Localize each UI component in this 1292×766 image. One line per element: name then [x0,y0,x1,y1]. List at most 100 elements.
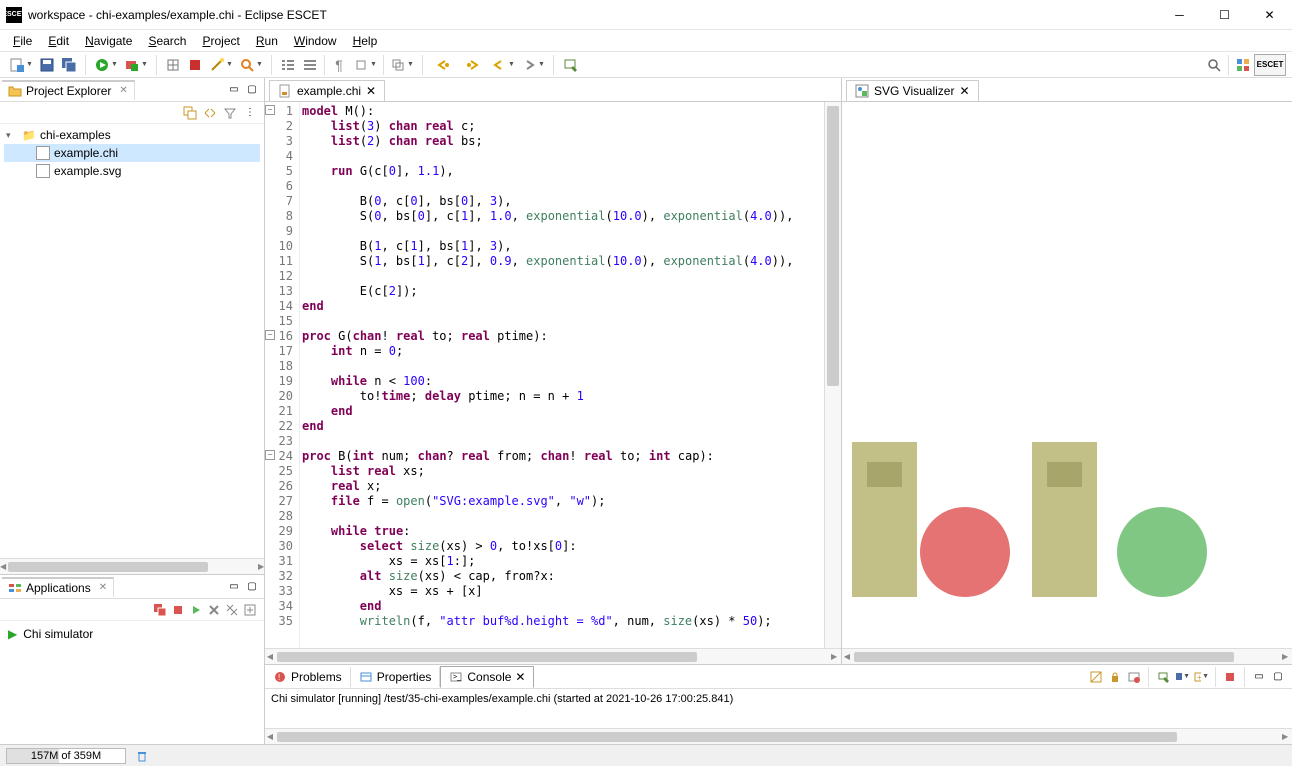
remove-icon[interactable] [206,602,222,618]
applications-icon [8,581,22,595]
svg-visualizer-tab[interactable]: SVG Visualizer ✕ [846,80,979,101]
terminate-all-icon[interactable] [152,602,168,618]
forward-last-edit-button[interactable] [458,54,488,76]
escet-perspective-button[interactable]: ESCET [1254,54,1286,76]
minimize-button[interactable]: ─ [1157,0,1202,30]
trash-icon[interactable] [134,748,150,764]
app-name: Chi simulator [23,627,93,641]
remove-all-icon[interactable] [224,602,240,618]
minimize-view-button[interactable]: ▭ [226,579,242,595]
project-tree[interactable]: ▾📁chi-examplesexample.chiexample.svg [0,124,264,558]
menu-edit[interactable]: Edit [41,32,76,50]
tab-icon: >_ [449,670,463,684]
applications-list[interactable]: ▶ Chi simulator [0,621,264,744]
close-icon[interactable]: ✕ [119,85,127,96]
menu-run[interactable]: Run [249,32,285,50]
expand-icon[interactable] [242,602,258,618]
open-perspective-button[interactable] [1232,54,1254,76]
play-icon: ▶ [8,627,17,641]
tab-icon [359,670,373,684]
menu-help[interactable]: Help [346,32,385,50]
word-wrap-icon[interactable] [1126,669,1142,685]
display-console-icon[interactable]: ▼ [1174,669,1190,685]
pin-console-icon[interactable] [1155,669,1171,685]
console-h-scrollbar[interactable]: ◀▶ [265,728,1292,744]
editor-h-scrollbar[interactable]: ◀▶ [265,648,841,664]
console-output[interactable]: Chi simulator [running] /test/35-chi-exa… [265,689,1292,728]
svg-icon [855,84,869,98]
project-explorer-tab[interactable]: Project Explorer ✕ [2,80,135,100]
app-icon: ESCET [6,7,22,23]
search-button[interactable]: ▼ [236,54,266,76]
close-button[interactable]: ✕ [1247,0,1292,30]
collapse-all-icon[interactable] [182,105,198,121]
applications-tab[interactable]: Applications ✕ [2,577,114,597]
quick-access-search-icon[interactable] [1203,54,1225,76]
menu-window[interactable]: Window [287,32,344,50]
terminate-button[interactable] [184,54,206,76]
minimize-view-button[interactable]: ▭ [1251,669,1267,685]
filter-icon[interactable] [222,105,238,121]
open-console-icon[interactable]: +▼ [1193,669,1209,685]
tree-file[interactable]: example.chi [4,144,260,162]
menu-navigate[interactable]: Navigate [78,32,139,50]
view-menu-icon[interactable]: ⋮ [242,105,258,121]
wand-button[interactable]: ▼ [206,54,236,76]
close-icon[interactable]: ✕ [959,84,969,98]
debug-run-button[interactable]: ▼ [91,54,121,76]
minimize-view-button[interactable]: ▭ [226,82,242,98]
clear-console-icon[interactable] [1088,669,1104,685]
new-package-button[interactable] [162,54,184,76]
list-item[interactable]: ▶ Chi simulator [8,625,256,643]
maximize-button[interactable]: ☐ [1202,0,1247,30]
maximize-view-button[interactable]: ▢ [1270,669,1286,685]
history-forward-button[interactable]: ▼ [518,54,548,76]
svg-visualizer-pane: SVG Visualizer ✕ ◀▶ [842,78,1292,664]
menu-file[interactable]: File [6,32,39,50]
applications-view: Applications ✕ ▭ ▢ ▶ Chi simulat [0,574,264,744]
code-editor[interactable]: 1−2345678910111213141516−171819202122232… [265,102,841,648]
save-all-button[interactable] [58,54,80,76]
bottom-tab-properties[interactable]: Properties [351,667,441,687]
outline-collapse-button[interactable] [299,54,321,76]
pilcrow-button[interactable]: ¶ [328,54,350,76]
editor-tab[interactable]: example.chi ✕ [269,80,385,101]
save-button[interactable] [36,54,58,76]
window-title: workspace - chi-examples/example.chi - E… [28,8,1157,22]
back-last-edit-button[interactable] [428,54,458,76]
svg-h-scrollbar[interactable]: ◀▶ [842,648,1292,664]
maximize-view-button[interactable]: ▢ [244,579,260,595]
code-text[interactable]: model M(): list(3) chan real c; list(2) … [300,102,824,648]
tree-file[interactable]: example.svg [4,162,260,180]
new-button[interactable]: ▼ [6,54,36,76]
menu-search[interactable]: Search [141,32,193,50]
annotation-prev-button[interactable]: ▼ [350,54,380,76]
line-gutter: 1−2345678910111213141516−171819202122232… [265,102,300,648]
menu-project[interactable]: Project [195,32,246,50]
bottom-tabs: !ProblemsProperties>_Console✕ ▼ +▼ ▭ ▢ [265,665,1292,689]
explorer-scrollbar[interactable]: ◀▶ [0,558,264,574]
bottom-tab-problems[interactable]: !Problems [265,667,351,687]
scroll-lock-icon[interactable] [1107,669,1123,685]
close-icon[interactable]: ✕ [515,670,525,684]
project-explorer-header: Project Explorer ✕ ▭ ▢ [0,78,264,102]
menu-bar: FileEditNavigateSearchProjectRunWindowHe… [0,30,1292,52]
run-icon[interactable] [188,602,204,618]
link-editor-icon[interactable] [202,105,218,121]
bottom-tab-console[interactable]: >_Console✕ [440,666,534,688]
history-back-button[interactable]: ▼ [488,54,518,76]
left-column: Project Explorer ✕ ▭ ▢ ⋮ ▾📁chi-examplese… [0,78,265,744]
pin-editor-button[interactable] [559,54,581,76]
close-icon[interactable]: ✕ [366,84,376,98]
close-icon[interactable]: ✕ [99,582,107,593]
terminate-console-icon[interactable] [1222,669,1238,685]
tree-project-root[interactable]: ▾📁chi-examples [4,126,260,144]
vertical-scrollbar[interactable] [824,102,841,648]
terminate-icon[interactable] [170,602,186,618]
external-tools-button[interactable]: ▼ [121,54,151,76]
outline-expand-button[interactable] [277,54,299,76]
main-toolbar: ▼ ▼ ▼ ▼ ▼ ¶ ▼ ▼ ▼ ▼ ESCET [0,52,1292,78]
memory-meter[interactable]: 157M of 359M [6,748,126,764]
maximize-view-button[interactable]: ▢ [244,82,260,98]
annotation-next-button[interactable]: ▼ [387,54,417,76]
